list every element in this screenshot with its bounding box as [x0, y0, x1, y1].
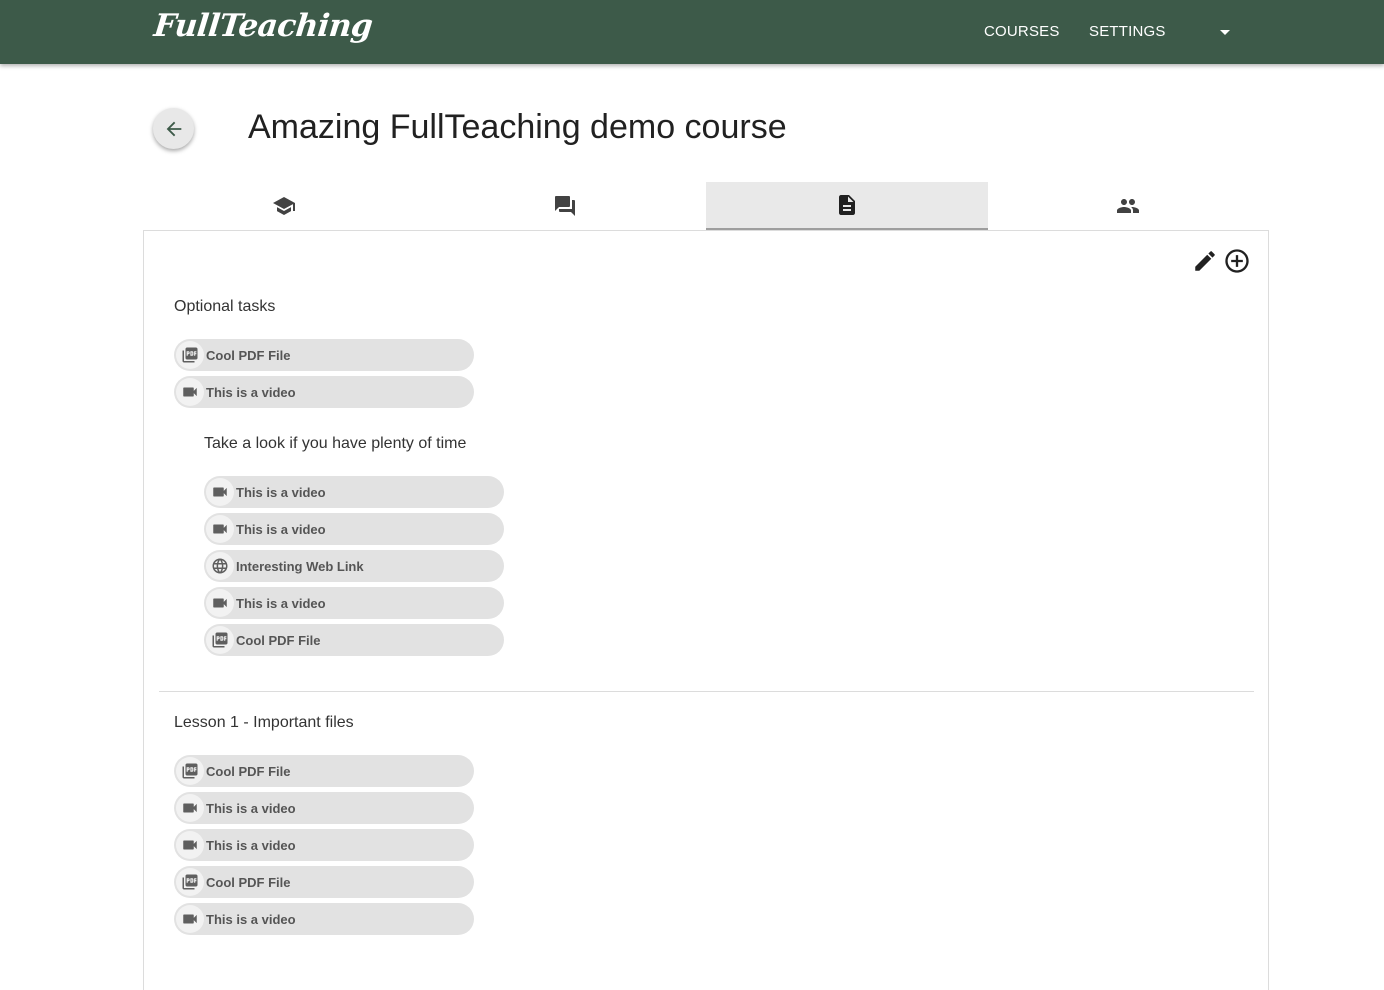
edit-icon [1195, 251, 1215, 271]
add-circle-icon [1225, 249, 1249, 273]
people-icon [1117, 199, 1140, 213]
file-chip[interactable]: This is a video [204, 476, 504, 508]
file-chip[interactable]: This is a video [174, 829, 474, 861]
video-icon [176, 831, 204, 859]
course-tabs [143, 182, 1269, 230]
pdf-icon [206, 626, 234, 654]
file-chip-label: Cool PDF File [206, 763, 291, 779]
video-icon [206, 478, 234, 506]
file-group-title: Optional tasks [174, 298, 276, 315]
file-chip[interactable]: Cool PDF File [174, 339, 474, 371]
tab-attenders[interactable] [988, 182, 1270, 230]
user-menu-dropdown-icon[interactable] [1220, 30, 1230, 35]
forum-icon [555, 196, 576, 216]
page-title: Amazing FullTeaching demo course [248, 108, 787, 146]
file-chip[interactable]: Cool PDF File [174, 866, 474, 898]
file-chip[interactable]: This is a video [204, 587, 504, 619]
file-chip-label: Interesting Web Link [236, 558, 364, 574]
tab-course-info[interactable] [143, 182, 425, 230]
school-icon [272, 197, 295, 215]
files-toolbar [1191, 247, 1251, 275]
add-file-group-button[interactable] [1223, 247, 1251, 275]
file-chip-label: This is a video [236, 484, 326, 500]
file-chip-label: Cool PDF File [206, 874, 291, 890]
tab-forum[interactable] [425, 182, 707, 230]
file-group-title: Lesson 1 - Important files [174, 714, 354, 731]
file-chip-label: This is a video [206, 837, 296, 853]
file-chip[interactable]: Cool PDF File [174, 755, 474, 787]
globe-icon [206, 552, 234, 580]
file-chip[interactable]: Interesting Web Link [204, 550, 504, 582]
video-icon [176, 794, 204, 822]
back-button[interactable] [153, 108, 194, 149]
file-chip[interactable]: This is a video [174, 792, 474, 824]
video-icon [176, 378, 204, 406]
file-chip-label: This is a video [206, 800, 296, 816]
arrow-back-icon [166, 121, 181, 136]
files-panel: Optional tasks Cool PDF File This is a v… [143, 230, 1269, 990]
file-chip[interactable]: This is a video [204, 513, 504, 545]
pdf-icon [176, 341, 204, 369]
file-icon [838, 195, 855, 215]
file-chip[interactable]: This is a video [174, 376, 474, 408]
file-chip-label: This is a video [206, 911, 296, 927]
video-icon [176, 905, 204, 933]
edit-button[interactable] [1191, 247, 1219, 275]
section-divider [159, 691, 1254, 692]
top-navbar: FullTeaching COURSES SETTINGS [0, 0, 1384, 64]
file-chip[interactable]: Cool PDF File [204, 624, 504, 656]
nav-settings-link[interactable]: SETTINGS [1089, 23, 1166, 40]
tab-files[interactable] [706, 182, 988, 230]
file-chip-label: Cool PDF File [236, 632, 321, 648]
video-icon [206, 515, 234, 543]
pdf-icon [176, 757, 204, 785]
file-subgroup-title: Take a look if you have plenty of time [204, 435, 467, 452]
pdf-icon [176, 868, 204, 896]
nav-courses-link[interactable]: COURSES [984, 23, 1060, 40]
video-icon [206, 589, 234, 617]
file-chip-label: This is a video [236, 595, 326, 611]
brand-logo[interactable]: FullTeaching [152, 8, 374, 44]
file-chip-label: This is a video [236, 521, 326, 537]
file-chip[interactable]: This is a video [174, 903, 474, 935]
file-chip-label: Cool PDF File [206, 347, 291, 363]
file-chip-label: This is a video [206, 384, 296, 400]
